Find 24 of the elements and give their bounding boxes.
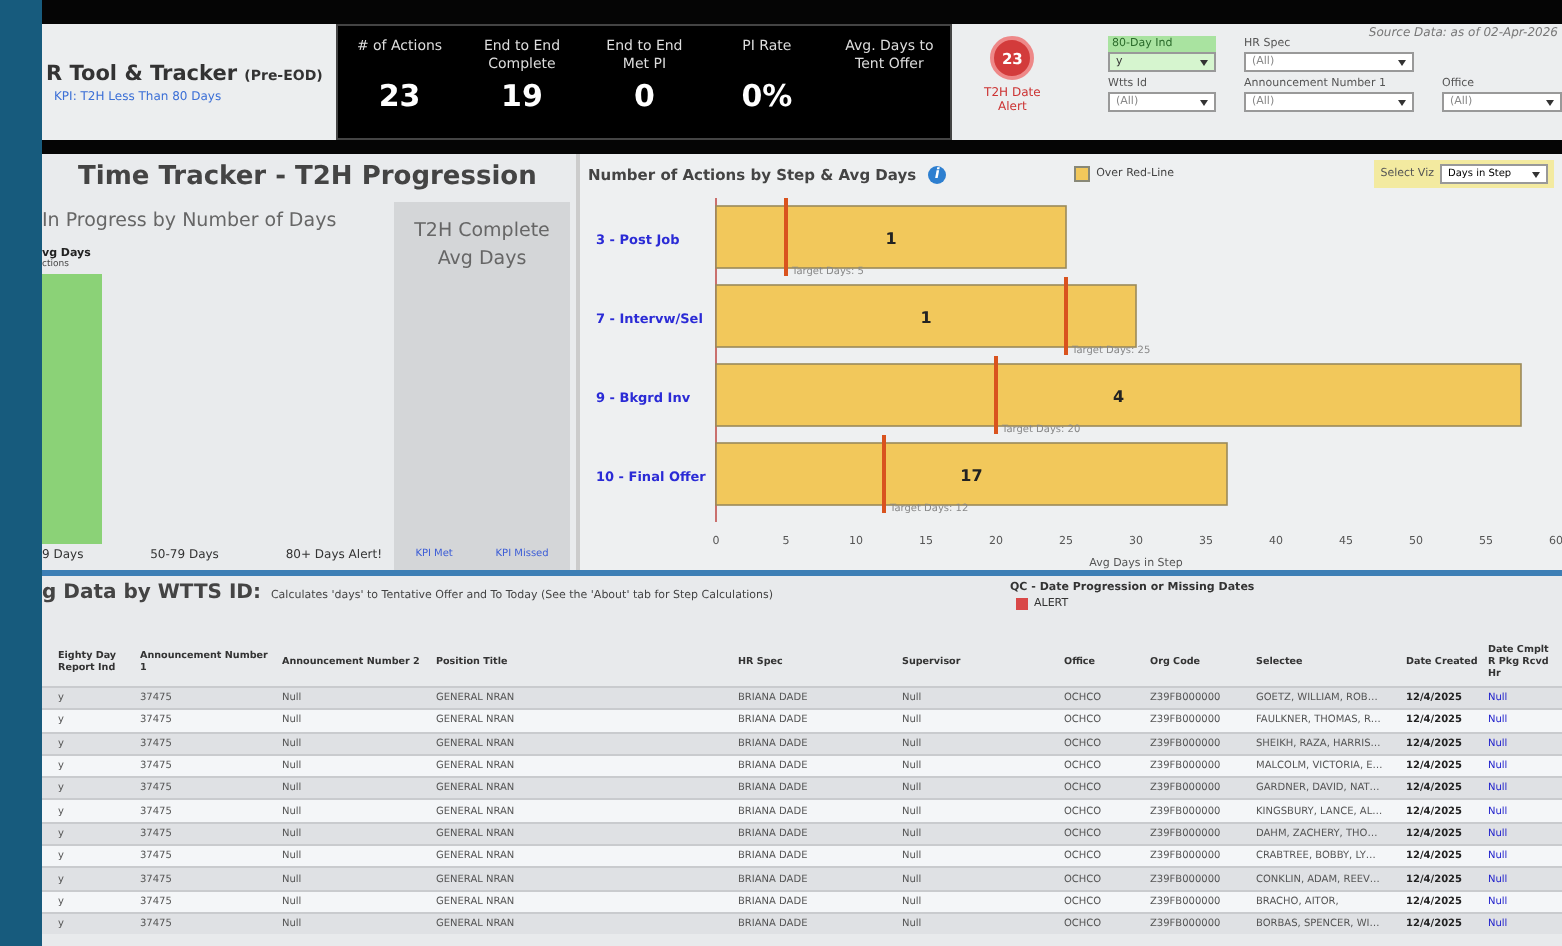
target-line (994, 356, 998, 434)
caret-icon (1200, 59, 1208, 65)
caret-icon (1532, 171, 1540, 177)
kpi-value: 0% (741, 78, 793, 114)
table-title: g Data by WTTS ID: (42, 582, 261, 604)
legend-swatch (1074, 166, 1091, 182)
target-line (784, 198, 788, 276)
caret-icon (1398, 99, 1406, 105)
target-line (1064, 277, 1068, 355)
caret-icon (1200, 99, 1208, 105)
bar-count: 1 (885, 230, 897, 248)
caret-icon (1398, 59, 1406, 65)
caret-icon (1546, 99, 1554, 105)
kpi-value: 0 (634, 78, 655, 114)
bar-count: 17 (960, 467, 983, 485)
kpi-value: 23 (378, 78, 421, 114)
complete-title: T2H Complete Avg Days (412, 218, 552, 274)
target-line (882, 435, 886, 513)
bar-count: 4 (1112, 388, 1125, 406)
kpi-value: 19 (501, 78, 543, 114)
bar-count: 1 (920, 309, 932, 327)
alert-swatch (1016, 598, 1028, 610)
panel-subtitle: In Progress by Number of Days (42, 208, 339, 236)
panel-title: Time Tracker - T2H Progression (76, 160, 539, 196)
